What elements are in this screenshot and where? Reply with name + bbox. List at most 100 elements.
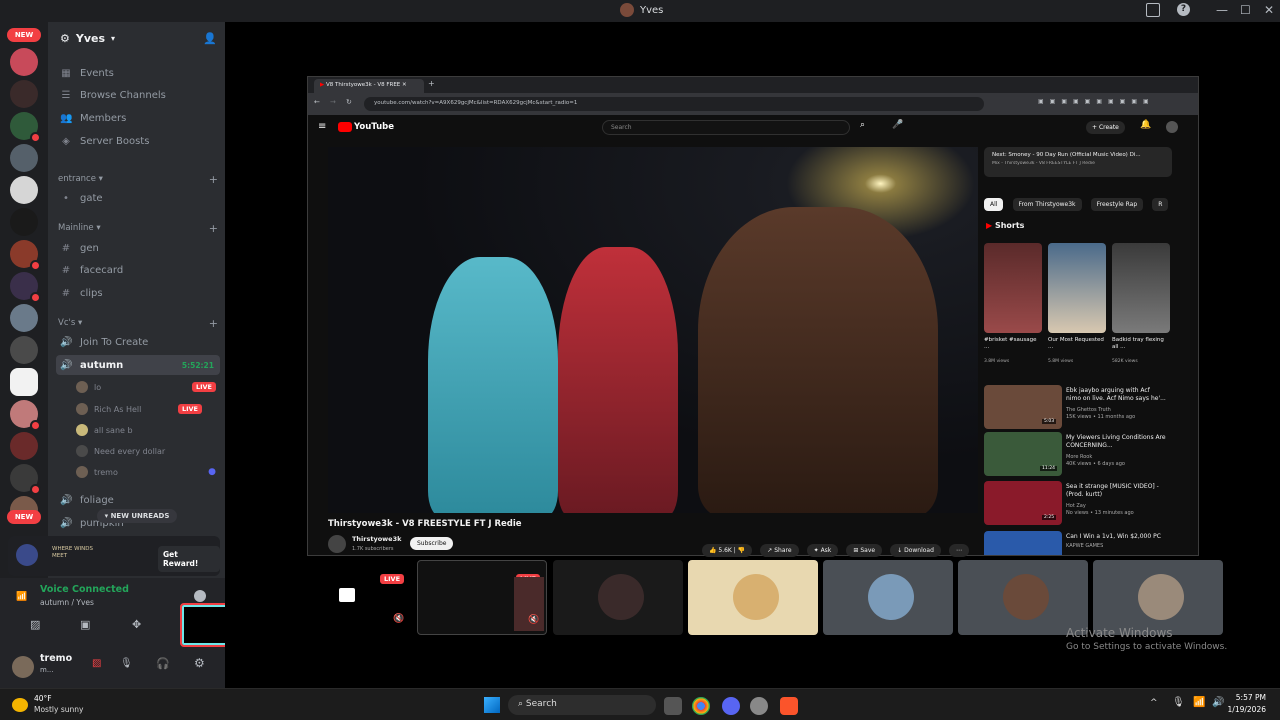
short-thumbnail[interactable] [1048,243,1106,333]
close-button[interactable]: ✕ [1264,3,1274,17]
channel-gate[interactable]: • gate [56,188,220,208]
muted-icon[interactable]: 🔇 [528,615,539,625]
brave-icon[interactable] [780,697,798,715]
chip-all[interactable]: All [984,198,1004,211]
server-icon[interactable] [10,368,38,396]
menu-browse-channels[interactable]: ☰ Browse Channels [56,85,220,105]
channel-foliage[interactable]: 🔊 foliage [56,490,220,510]
participant-tile[interactable] [553,560,683,635]
avatar[interactable] [12,656,34,678]
participant-tile[interactable] [1093,560,1223,635]
new-unreads-pill[interactable]: ▾ NEW UNREADS [97,509,177,523]
server-icon[interactable] [10,240,41,271]
server-icon[interactable] [10,336,38,364]
voice-channel[interactable]: autumn / Yves [40,598,94,607]
muted-icon[interactable]: 🔇 [393,614,404,624]
category-vcs[interactable]: Vc's ▾ + [58,316,218,330]
activities-icon[interactable]: ✥ [132,618,141,631]
microphone-icon[interactable]: 🎙 [120,658,133,669]
chip-freestyle-rap[interactable]: Freestyle Rap [1090,198,1144,211]
participant-tile[interactable] [823,560,953,635]
server-icon[interactable] [10,464,41,495]
subscribe-button[interactable]: Subscribe [410,537,454,550]
extension-icons[interactable]: ▣▣▣▣▣▣▣▣▣▣ [1038,98,1188,108]
server-icon[interactable] [10,112,41,143]
video-off-icon[interactable]: ▨ [30,618,40,631]
voice-user[interactable]: tremo ● [76,463,216,481]
server-icon[interactable] [10,432,38,460]
short-thumbnail[interactable] [984,243,1042,333]
recommended-video[interactable]: 11:24 My Viewers Living Conditions Are C… [984,432,1174,476]
stream-tile[interactable]: LIVE 🔇 [283,560,413,635]
youtube-search-input[interactable]: Search [602,120,850,135]
channel-clips[interactable]: # clips [56,283,220,303]
inbox-icon[interactable] [1146,3,1160,17]
chrome-icon[interactable] [692,697,710,715]
up-next-card[interactable]: Next: Smoney - 90 Day Run (Official Musi… [984,147,1172,177]
mic-tray-icon[interactable]: 🎙 [1172,697,1185,708]
server-icon[interactable] [10,176,38,204]
plus-icon[interactable]: + [209,222,218,235]
taskbar-search[interactable]: ⌕ Search [508,695,656,715]
like-button[interactable]: 👍 5.6K | 👎 [702,544,753,557]
account-avatar[interactable] [1166,121,1178,133]
reload-icon[interactable]: ↻ [346,98,352,106]
headphones-icon[interactable]: 🎧 [156,657,170,670]
voice-user[interactable]: lo LIVE [76,378,216,396]
recommended-video[interactable]: Can I Win a 1v1, Win $2,000 PC KAPWE GAM… [984,531,1174,555]
video-player[interactable] [328,147,978,513]
plus-icon[interactable]: + [209,173,218,186]
download-button[interactable]: ↓ Download [890,544,941,557]
server-icon[interactable] [10,80,38,108]
channel-join-to-create[interactable]: 🔊 Join To Create [56,332,220,352]
category-mainline[interactable]: Mainline ▾ + [58,221,218,235]
server-icon[interactable] [10,144,38,172]
steam-icon[interactable] [750,697,768,715]
screen-share-icon[interactable]: ▣ [80,618,90,631]
wifi-icon[interactable]: 📶 [1193,697,1205,708]
clock-date[interactable]: 1/19/2026 [1222,705,1266,714]
share-button[interactable]: ↗ Share [760,544,799,557]
recommended-video[interactable]: 5:03 Ebk jaaybo arguing with Acf nimo on… [984,385,1174,429]
server-icon[interactable] [10,400,41,431]
voice-user[interactable]: Need every dollar [76,442,216,460]
ask-button[interactable]: ✦ Ask [806,544,839,557]
maximize-button[interactable]: ☐ [1240,3,1251,17]
menu-events[interactable]: ▦ Events [56,63,220,83]
channel-facecard[interactable]: # facecard [56,260,220,280]
voice-user[interactable]: Rich As Hell LIVE [76,400,216,418]
channel-autumn[interactable]: 🔊 autumn 5:52:21 [56,355,220,375]
server-icon[interactable] [10,208,38,236]
short-thumbnail[interactable] [1112,243,1170,333]
clock-time[interactable]: 5:57 PM [1232,693,1266,702]
server-icon[interactable] [10,272,41,303]
channel-avatar[interactable] [328,535,346,553]
help-icon[interactable]: ? [1177,3,1190,16]
voice-user[interactable]: all sane b [76,421,216,439]
add-member-icon[interactable]: 👤 [203,32,217,45]
youtube-logo-icon[interactable] [338,122,352,132]
task-view-icon[interactable] [664,697,682,715]
category-entrance[interactable]: entrance ▾ + [58,172,218,186]
channel-name[interactable]: Thirstyowe3k [352,535,401,543]
url-field[interactable]: youtube.com/watch?v=A9X629gcjMc&list=RDA… [364,97,984,111]
streamer-mode-icon[interactable]: ▨ [92,658,101,669]
participant-tile[interactable] [958,560,1088,635]
browser-tab[interactable]: ▶ V8 Thirstyowe3k - V8 FREE ✕ [314,79,424,93]
tray-chevron-icon[interactable]: ^ [1150,698,1158,708]
create-button[interactable]: + Create [1086,121,1125,134]
save-button[interactable]: ⊞ Save [846,544,883,557]
plus-icon[interactable]: + [209,317,218,330]
server-icon[interactable] [10,48,38,76]
channel-gen[interactable]: # gen [56,238,220,258]
notifications-icon[interactable]: 🔔 [1140,120,1151,130]
stream-tile[interactable]: LIVE 🔇 [417,560,547,635]
chip-more[interactable]: R [1152,198,1169,211]
server-header[interactable]: ⚙ Yves ▾ 👤 [48,22,225,54]
promo-banner[interactable]: WHERE WINDS MEET Get Reward! [8,536,220,576]
weather-icon[interactable] [12,698,28,712]
recommended-video[interactable]: 2:25 Sea it strange [MUSIC VIDEO] - (Pro… [984,481,1174,525]
minimize-button[interactable]: — [1216,3,1228,17]
discord-icon[interactable] [722,697,740,715]
back-icon[interactable]: ← [314,98,320,106]
